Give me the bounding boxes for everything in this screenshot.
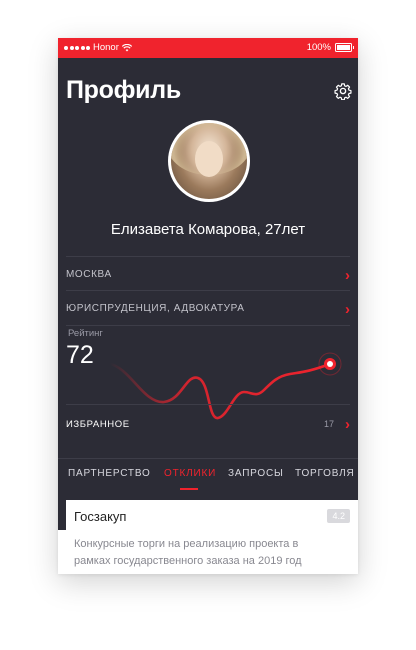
tab-partnership[interactable]: ПАРТНЕРСТВО — [68, 468, 151, 479]
favorites-label: ИЗБРАННОЕ — [66, 419, 130, 430]
city-label: МОСКВА — [66, 269, 112, 280]
chevron-right-icon: › — [345, 416, 350, 433]
rating-badge: 4.2 — [327, 509, 350, 523]
phone-screen: Honor 100% Профиль Елизавета Комарова, 2… — [58, 38, 358, 574]
signal-dots-icon — [64, 45, 90, 50]
status-bar: Honor 100% — [58, 38, 358, 58]
wifi-icon — [121, 43, 132, 51]
profile-name: Елизавета Комарова, 27лет — [110, 221, 306, 238]
tab-trade[interactable]: ТОРГОВЛЯ — [295, 468, 354, 479]
card-description: Конкурсные торги на реализацию проекта в… — [74, 538, 302, 567]
tab-responses[interactable]: ОТКЛИКИ — [164, 468, 216, 479]
card-title: Госзакуп — [74, 509, 127, 524]
tab-bar: ПАРТНЕРСТВО ОТКЛИКИ ЗАПРОСЫ ТОРГОВЛЯ — [58, 458, 358, 489]
gear-icon[interactable] — [334, 82, 352, 100]
chevron-right-icon: › — [345, 267, 350, 284]
tab-requests[interactable]: ЗАПРОСЫ — [228, 468, 284, 479]
list-item[interactable]: Госзакуп 4.2 Конкурсные торги на реализа… — [66, 500, 358, 570]
carrier-name: Honor — [93, 42, 119, 53]
page-title: Профиль — [66, 76, 181, 104]
favorites-row[interactable]: ИЗБРАННОЕ 17 › — [66, 404, 350, 439]
battery-icon — [335, 43, 354, 52]
avatar[interactable] — [168, 120, 250, 202]
active-tab-indicator — [180, 488, 198, 490]
rating-point — [327, 361, 333, 367]
battery-percent: 100% — [306, 42, 331, 53]
avatar-photo — [171, 123, 247, 199]
profile-panel: Профиль Елизавета Комарова, 27лет МОСКВА… — [58, 58, 358, 530]
favorites-count: 17 — [323, 419, 334, 429]
city-row[interactable]: МОСКВА › — [66, 256, 350, 291]
